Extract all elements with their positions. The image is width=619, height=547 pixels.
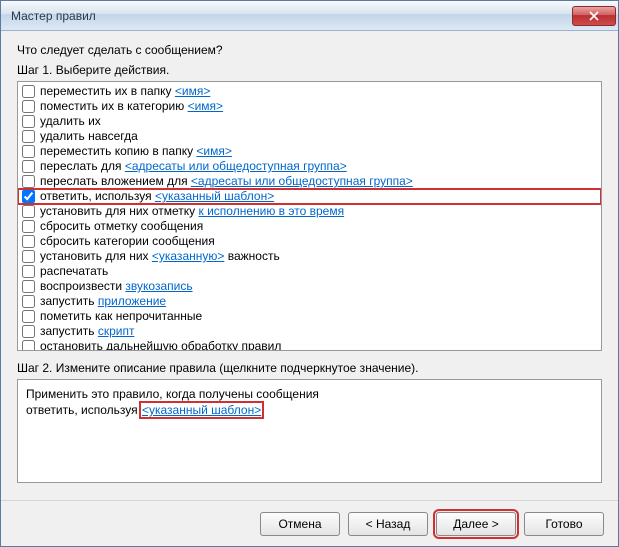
action-row[interactable]: распечатать — [18, 264, 601, 279]
action-checkbox[interactable] — [22, 175, 35, 188]
action-row[interactable]: запустить скрипт — [18, 324, 601, 339]
action-text: переслать вложением для <адресаты или об… — [40, 174, 413, 189]
action-link[interactable]: <адресаты или общедоступная группа> — [191, 174, 413, 188]
action-row[interactable]: ответить, используя <указанный шаблон> — [18, 189, 601, 204]
action-checkbox[interactable] — [22, 130, 35, 143]
action-row[interactable]: удалить их — [18, 114, 601, 129]
action-checkbox[interactable] — [22, 295, 35, 308]
action-link[interactable]: <имя> — [188, 99, 223, 113]
action-link[interactable]: <имя> — [196, 144, 231, 158]
titlebar: Мастер правил — [1, 1, 618, 31]
action-row[interactable]: установить для них отметку к исполнению … — [18, 204, 601, 219]
next-button[interactable]: Далее > — [436, 512, 516, 536]
action-checkbox[interactable] — [22, 115, 35, 128]
action-checkbox[interactable] — [22, 250, 35, 263]
action-text: сбросить категории сообщения — [40, 234, 215, 249]
action-text: переместить их в папку <имя> — [40, 84, 210, 99]
action-link[interactable]: звукозапись — [125, 279, 192, 293]
wizard-content: Что следует сделать с сообщением? Шаг 1.… — [1, 31, 618, 500]
step1-label: Шаг 1. Выберите действия. — [17, 63, 602, 77]
action-text: сбросить отметку сообщения — [40, 219, 203, 234]
desc-line1: Применить это правило, когда получены со… — [26, 386, 593, 402]
prompt-text: Что следует сделать с сообщением? — [17, 43, 602, 57]
close-button[interactable] — [572, 6, 616, 26]
action-text: пометить как непрочитанные — [40, 309, 202, 324]
action-checkbox[interactable] — [22, 325, 35, 338]
rules-wizard-window: Мастер правил Что следует сделать с сооб… — [0, 0, 619, 547]
action-link[interactable]: <адресаты или общедоступная группа> — [125, 159, 347, 173]
action-text: переслать для <адресаты или общедоступна… — [40, 159, 347, 174]
action-row[interactable]: переслать для <адресаты или общедоступна… — [18, 159, 601, 174]
action-checkbox[interactable] — [22, 205, 35, 218]
action-text: поместить их в категорию <имя> — [40, 99, 223, 114]
action-checkbox[interactable] — [22, 280, 35, 293]
action-row[interactable]: удалить навсегда — [18, 129, 601, 144]
action-row[interactable]: остановить дальнейшую обработку правил — [18, 339, 601, 350]
action-text: удалить их — [40, 114, 101, 129]
action-row[interactable]: поместить их в категорию <имя> — [18, 99, 601, 114]
rule-description-box: Применить это правило, когда получены со… — [17, 379, 602, 483]
action-row[interactable]: сбросить отметку сообщения — [18, 219, 601, 234]
desc-line2: ответить, используя <указанный шаблон> — [26, 402, 593, 418]
action-link[interactable]: приложение — [98, 294, 166, 308]
back-button[interactable]: < Назад — [348, 512, 428, 536]
action-checkbox[interactable] — [22, 310, 35, 323]
action-text: установить для них <указанную> важность — [40, 249, 280, 264]
desc-template-link[interactable]: <указанный шаблон> — [141, 403, 262, 417]
action-checkbox[interactable] — [22, 190, 35, 203]
action-row[interactable]: воспроизвести звукозапись — [18, 279, 601, 294]
action-link[interactable]: скрипт — [98, 324, 135, 338]
actions-scroll[interactable]: переместить их в папку <имя>поместить их… — [18, 82, 601, 350]
action-row[interactable]: пометить как непрочитанные — [18, 309, 601, 324]
action-link[interactable]: к исполнению в это время — [199, 204, 345, 218]
action-row[interactable]: переместить копию в папку <имя> — [18, 144, 601, 159]
close-icon — [589, 11, 599, 21]
wizard-footer: Отмена < Назад Далее > Готово — [1, 500, 618, 546]
cancel-button[interactable]: Отмена — [260, 512, 340, 536]
step2-label: Шаг 2. Измените описание правила (щелкни… — [17, 361, 602, 375]
action-checkbox[interactable] — [22, 265, 35, 278]
action-link[interactable]: <указанный шаблон> — [155, 189, 274, 203]
action-text: ответить, используя <указанный шаблон> — [40, 189, 274, 204]
actions-listbox: переместить их в папку <имя>поместить их… — [17, 81, 602, 351]
action-text: удалить навсегда — [40, 129, 138, 144]
action-checkbox[interactable] — [22, 235, 35, 248]
action-checkbox[interactable] — [22, 145, 35, 158]
action-checkbox[interactable] — [22, 160, 35, 173]
desc-line2-prefix: ответить, используя — [26, 403, 141, 417]
action-text: распечатать — [40, 264, 108, 279]
action-row[interactable]: установить для них <указанную> важность — [18, 249, 601, 264]
action-text: переместить копию в папку <имя> — [40, 144, 232, 159]
action-checkbox[interactable] — [22, 100, 35, 113]
window-title: Мастер правил — [11, 9, 572, 23]
action-text: установить для них отметку к исполнению … — [40, 204, 344, 219]
action-row[interactable]: переслать вложением для <адресаты или об… — [18, 174, 601, 189]
action-text: запустить приложение — [40, 294, 166, 309]
action-link[interactable]: <имя> — [175, 84, 210, 98]
action-checkbox[interactable] — [22, 340, 35, 350]
finish-button[interactable]: Готово — [524, 512, 604, 536]
action-text: остановить дальнейшую обработку правил — [40, 339, 281, 350]
action-text: воспроизвести звукозапись — [40, 279, 193, 294]
action-row[interactable]: сбросить категории сообщения — [18, 234, 601, 249]
action-link[interactable]: <указанную> — [152, 249, 225, 263]
action-checkbox[interactable] — [22, 85, 35, 98]
action-text: запустить скрипт — [40, 324, 134, 339]
action-row[interactable]: переместить их в папку <имя> — [18, 84, 601, 99]
action-checkbox[interactable] — [22, 220, 35, 233]
action-row[interactable]: запустить приложение — [18, 294, 601, 309]
